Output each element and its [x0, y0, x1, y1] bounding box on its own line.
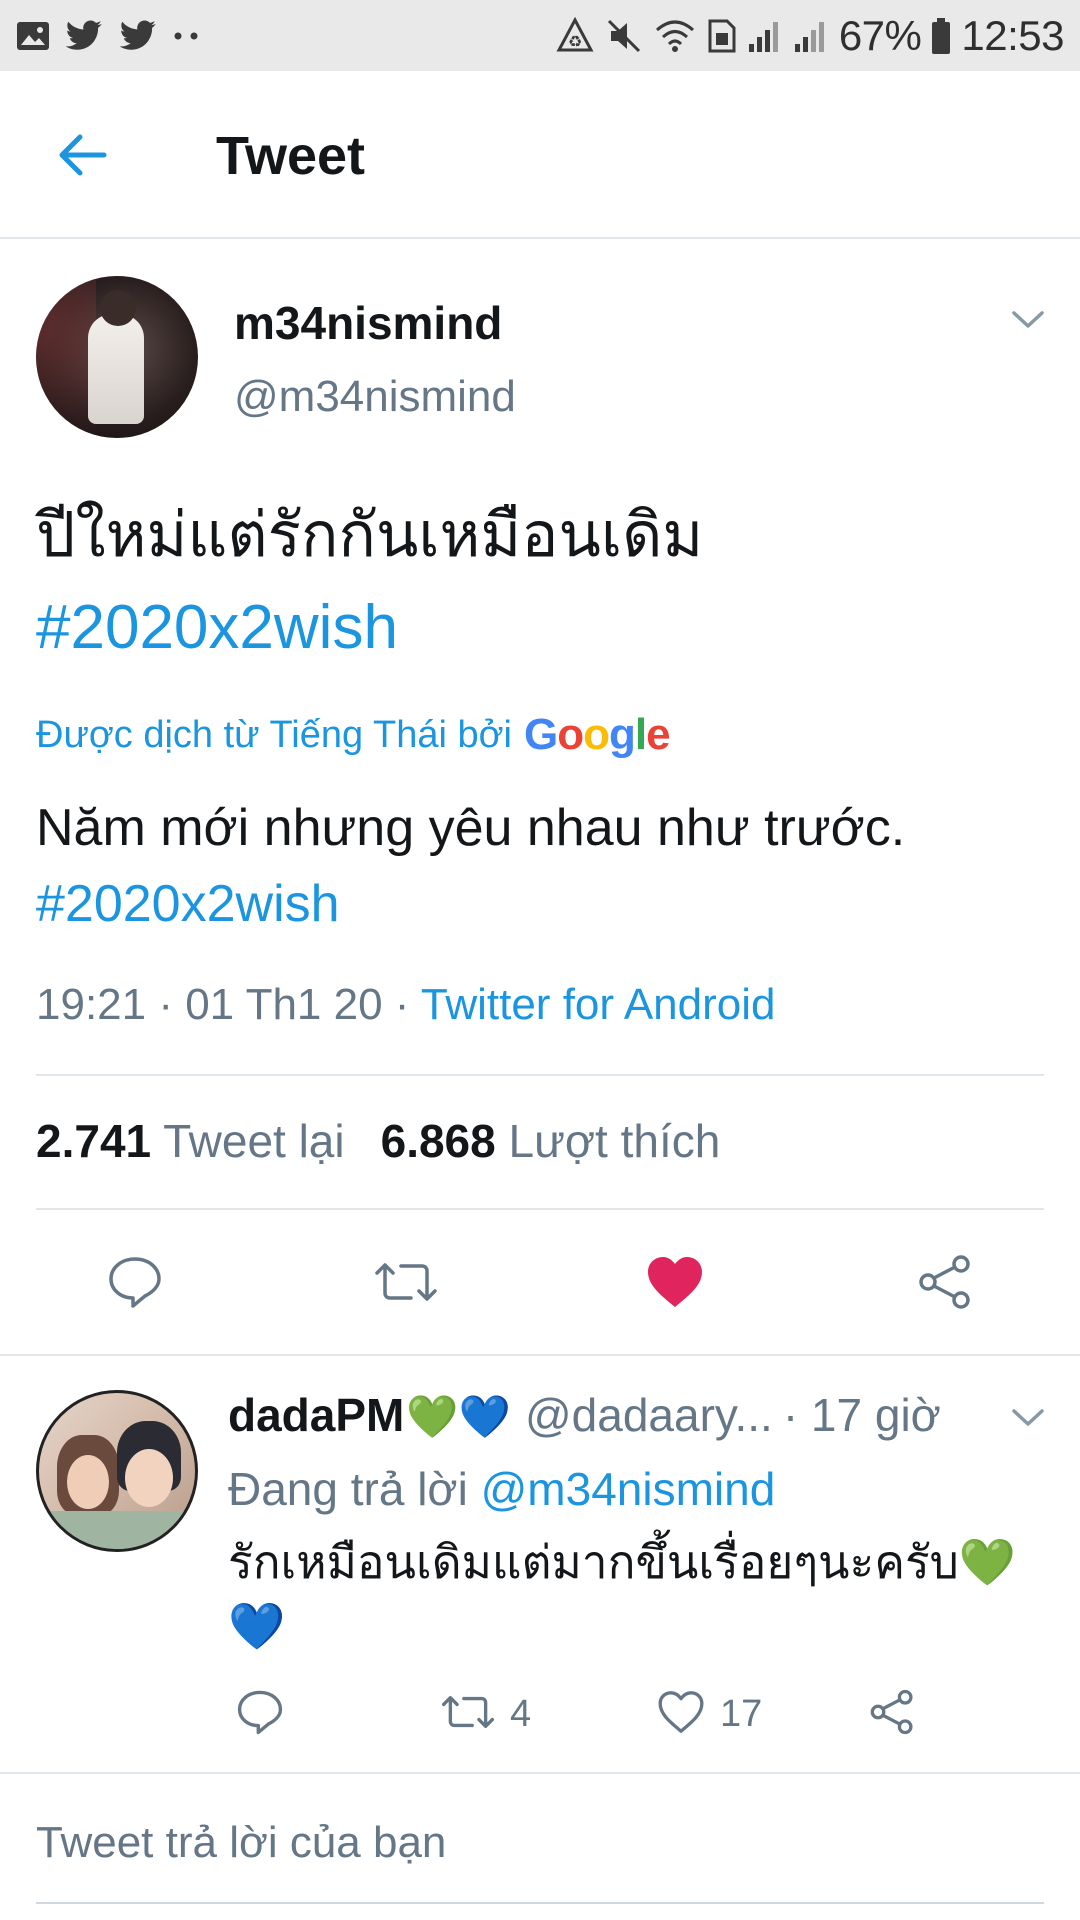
reply-button[interactable] — [100, 1252, 170, 1316]
reply-retweet-button[interactable]: 4 — [440, 1688, 570, 1740]
heart-outline-icon — [656, 1689, 706, 1740]
twitter-bird-icon — [64, 19, 104, 52]
section-divider — [0, 1772, 1080, 1774]
author-handle[interactable]: @m34nismind — [234, 372, 516, 422]
divider — [36, 1074, 1044, 1076]
likes-count: 6.868 — [380, 1115, 496, 1167]
reply-body: รักเหมือนเดิมแต่มากขึ้นเรื่อยๆนะครับ💚 💙 — [228, 1530, 1018, 1658]
tweet-hashtag[interactable]: #2020x2wish — [36, 582, 1036, 674]
status-bar: ♻ 67% 12:53 — [0, 0, 1080, 71]
chevron-down-icon — [1010, 1407, 1046, 1434]
top-app-bar: Tweet — [0, 71, 1080, 239]
replying-to: Đang trả lời @m34nismind — [228, 1462, 775, 1516]
retweet-icon — [373, 1257, 439, 1312]
likes-stat[interactable]: 6.868 Lượt thích — [381, 1114, 721, 1168]
mute-icon — [605, 17, 643, 55]
signal-icon — [747, 18, 783, 54]
tweet-meta: 19:21 · 01 Th1 20 · Twitter for Android — [36, 980, 776, 1030]
author-avatar[interactable] — [36, 276, 198, 438]
share-button[interactable] — [910, 1252, 980, 1316]
reply-composer-input[interactable]: Tweet trả lời của bạn — [36, 1818, 446, 1868]
composer-underline — [36, 1902, 1044, 1904]
likes-label: Lượt thích — [508, 1115, 721, 1167]
wifi-icon — [653, 18, 697, 54]
recycle-icon: ♻ — [555, 16, 595, 55]
image-icon — [16, 21, 50, 51]
back-button[interactable] — [52, 127, 112, 187]
svg-text:♻: ♻ — [568, 32, 582, 51]
more-dots-icon — [172, 31, 202, 41]
signal-icon — [793, 18, 829, 54]
clock: 12:53 — [961, 11, 1064, 59]
tweet-stats: 2.741 Tweet lại 6.868 Lượt thích — [36, 1114, 720, 1168]
reply-name-emoji: 💚💙 — [406, 1393, 511, 1440]
sim-icon — [707, 18, 737, 54]
reply-retweet-count: 4 — [510, 1692, 532, 1735]
translation-body: Năm mới nhưng yêu nhau như trước. #2020x… — [36, 790, 1046, 942]
reply-share-button[interactable] — [864, 1688, 920, 1740]
chevron-down-icon — [1010, 309, 1046, 336]
reply-author-name[interactable]: dadaPM — [228, 1388, 404, 1442]
share-icon — [916, 1254, 974, 1315]
reply-timestamp: · 17 giờ — [782, 1389, 941, 1441]
battery-icon — [931, 17, 951, 55]
google-logo: Google — [523, 710, 671, 759]
retweet-button[interactable] — [368, 1252, 444, 1316]
translation-hashtag[interactable]: #2020x2wish — [36, 866, 1046, 942]
tweet-text: ปีใหม่แต่รักกันเหมือนเดิม — [36, 501, 704, 570]
tweet-body: ปีใหม่แต่รักกันเหมือนเดิม #2020x2wish — [36, 490, 1036, 674]
replying-mention[interactable]: @m34nismind — [481, 1463, 776, 1515]
translation-text: Năm mới nhưng yêu nhau như trước. — [36, 799, 906, 857]
tweet-source-link[interactable]: Twitter for Android — [421, 980, 776, 1029]
divider — [36, 1208, 1044, 1210]
translated-label: Được dịch từ Tiếng Thái bởi — [36, 713, 512, 756]
retweet-icon — [440, 1691, 496, 1738]
comment-icon — [236, 1689, 284, 1740]
author-name[interactable]: m34nismind — [234, 296, 502, 350]
retweets-count: 2.741 — [36, 1115, 152, 1167]
translation-attribution: Được dịch từ Tiếng Thái bởi Google — [36, 710, 671, 760]
section-divider — [0, 1354, 1080, 1356]
like-button[interactable] — [640, 1252, 710, 1316]
replying-label: Đang trả lời — [228, 1463, 468, 1515]
twitter-bird-icon — [118, 19, 158, 52]
reply-reply-button[interactable] — [232, 1688, 288, 1740]
heart-filled-icon — [645, 1255, 705, 1314]
reply-like-button[interactable]: 17 — [656, 1688, 796, 1740]
reply-options-button[interactable] — [1008, 1400, 1048, 1440]
reply-author-avatar[interactable] — [36, 1390, 198, 1552]
reply-header: dadaPM 💚💙 @dadaary... · 17 giờ — [228, 1388, 941, 1442]
blue-heart-emoji: 💙 — [228, 1600, 286, 1652]
green-heart-emoji: 💚 — [958, 1536, 1017, 1588]
retweets-stat[interactable]: 2.741 Tweet lại — [36, 1114, 345, 1168]
retweets-label: Tweet lại — [163, 1115, 345, 1167]
tweet-timestamp: 19:21 · 01 Th1 20 · — [36, 980, 410, 1029]
tweet-options-button[interactable] — [1008, 302, 1048, 342]
reply-author-handle[interactable]: @dadaary... — [525, 1388, 773, 1442]
arrow-left-icon — [56, 133, 108, 182]
share-icon — [868, 1689, 916, 1740]
comment-icon — [107, 1255, 163, 1314]
battery-percent: 67% — [838, 11, 922, 59]
page-title: Tweet — [216, 126, 366, 186]
reply-text: รักเหมือนเดิมแต่มากขึ้นเรื่อยๆนะครับ — [228, 1536, 959, 1588]
reply-like-count: 17 — [720, 1692, 763, 1735]
